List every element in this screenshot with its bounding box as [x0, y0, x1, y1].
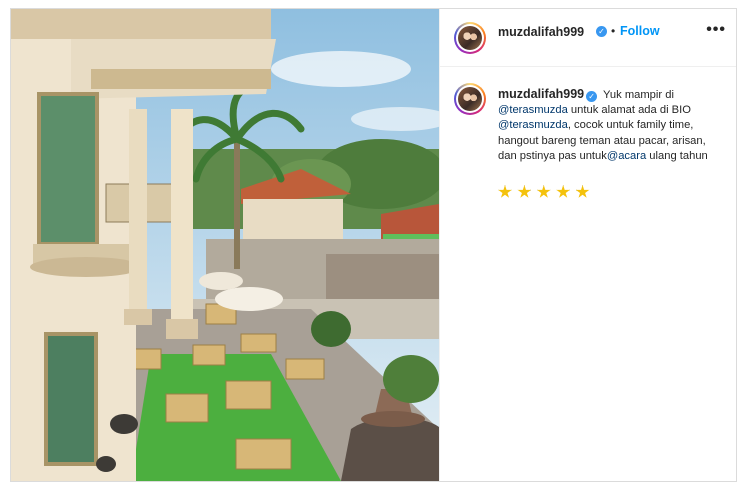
star-emoji-icon [537, 185, 551, 198]
more-options-icon[interactable]: ••• [706, 21, 726, 39]
header-username[interactable]: muzdalifah999 [498, 25, 584, 39]
star-emoji-icon [498, 185, 512, 198]
post-header: muzdalifah999 ✓ • Follow ••• [440, 9, 736, 67]
avatar-image [458, 87, 482, 111]
follow-button[interactable]: Follow [620, 24, 660, 38]
star-rating [498, 185, 591, 202]
caption-avatar[interactable] [454, 83, 486, 115]
caption-username[interactable]: muzdalifah999 [498, 87, 584, 101]
post-side-panel: muzdalifah999 ✓ • Follow ••• muzdalifah9… [439, 9, 736, 481]
star-emoji-icon [517, 185, 532, 198]
star-emoji-icon [575, 185, 590, 198]
avatar[interactable] [454, 22, 486, 54]
avatar-image [458, 26, 482, 50]
star-emoji-icon [556, 185, 570, 198]
separator-dot: • [611, 24, 616, 38]
mention-link[interactable]: @terasmuzda [498, 104, 568, 116]
mention-link[interactable]: @terasmuzda [498, 119, 568, 131]
caption-text-part: ulang tahun [649, 149, 708, 162]
instagram-post: muzdalifah999 ✓ • Follow ••• muzdalifah9… [10, 8, 737, 482]
restaurant-terrace-photo [11, 9, 439, 481]
caption-text-part: Yuk mampir di [603, 89, 674, 101]
caption-text-part: untuk alamat ada di BIO [570, 104, 691, 117]
caption-text: muzdalifah999 ✓ Yuk mampir di @terasmuzda… [498, 87, 723, 164]
verified-badge-icon: ✓ [586, 91, 598, 102]
post-photo[interactable] [11, 9, 439, 481]
mention-link[interactable]: @acara [607, 150, 646, 162]
verified-badge-icon: ✓ [596, 26, 607, 37]
